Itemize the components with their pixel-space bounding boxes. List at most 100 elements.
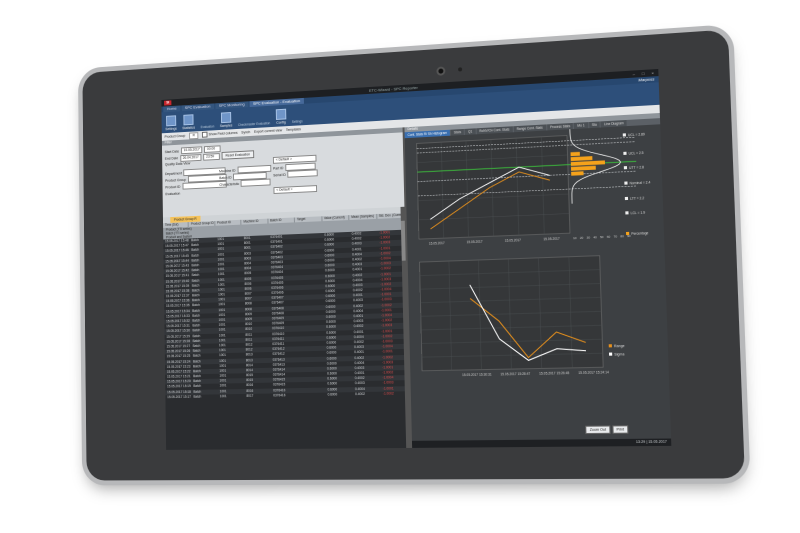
ribbon-button-config[interactable]: Config [275,108,287,125]
x-tick-label: 15.05.2017 [429,241,445,246]
department-label: Department [165,170,182,176]
product-group-filter-label: Product Group [165,177,186,183]
ribbon-group-checkmaster: Checkmaster Evaluation [237,121,271,128]
export-button[interactable]: Export current view [254,128,282,133]
product-group-select[interactable]: R [188,131,199,139]
histogram-bar [570,165,596,171]
legend-label: Range [614,344,625,349]
x-tick-label: 15.05.2017 15:28:47 [500,372,530,377]
batch-id-label: Batch ID [219,175,232,180]
legend-swatch [622,133,626,137]
end-time-input[interactable]: 23:59 [203,152,220,161]
tab-home[interactable]: Home [163,105,181,113]
part-id-label: Part ID [273,165,284,171]
legend-swatch [625,211,629,215]
tablet-device: SI ETC-Wizard - SPC Reporter – □ × Home … [82,29,745,481]
x-tick-label: 15.05.2017 [543,236,560,241]
end-date-label: End Date [164,156,179,161]
legend-swatch [623,166,628,170]
main-area: Filter Start Date 10.05.2017 00:00 End D… [161,112,672,450]
x-tick-label: 15.05.2017 15:24:14 [578,370,609,375]
reset-evaluation-button[interactable]: Reset Evaluation [221,150,254,160]
start-date-label: Start Date [164,149,180,154]
zoom-out-button[interactable]: Zoom Out [585,425,611,435]
table-cell: 15.05.2017 15:17:09 [167,394,192,399]
legend-label: UCL = 2.5 [629,151,644,156]
characteristic-label: Characteristic [219,181,240,187]
table-cell [298,392,325,398]
histogram-tick-label: 50 [600,235,604,239]
x-tick-label: 15.05.2017 [505,238,522,243]
config-icon [275,108,287,120]
table-cell: 8017 [246,393,254,398]
legend-label: LCL = 1.9 [631,210,646,215]
chart-buttons: Zoom Out Print [585,425,629,435]
legend-label: UCL = 2.89 [628,132,645,137]
settings-icon [165,115,177,127]
evaluation-label: Evaluation [165,191,181,197]
histogram-tick-label: 70 [614,234,618,238]
details-charts: 15.05.2017 15.05.2017 15.05.2017 15.05.2017… [405,124,651,377]
grid-rows: 15.05.2017 15:48:08 Batch 1001 8001 0376401 0… [163,229,409,400]
lower-chart-area [420,256,604,371]
minimize-button[interactable]: – [631,71,636,76]
table-cell: 0376416 [273,393,286,398]
legend-swatch [608,352,613,356]
histogram-bar [570,156,593,162]
end-date-input[interactable]: 26.04.2017 [179,153,202,162]
camera-icon [436,66,446,76]
product-group-label: Product Group [164,133,186,139]
synch-button[interactable]: Synch [241,130,250,134]
histogram-bar [571,171,584,176]
app-screen: SI ETC-Wizard - SPC Reporter – □ × Home … [161,68,672,450]
legend-swatch [608,344,612,348]
filter-panel: Filter Start Date 10.05.2017 00:00 End D… [161,127,405,218]
samples-icon [220,112,232,124]
histogram-bar [570,151,580,157]
ribbon-button-settings[interactable]: Settings [165,115,177,131]
table-cell: 0.6000 [327,392,338,397]
legend-label: Sigma [614,352,624,357]
scrollbar-thumb[interactable] [400,220,406,261]
evaluation-select[interactable]: < Default > [273,185,318,194]
ribbon-button-label: Config [276,120,286,125]
details-pane: Details Cont. Stats R/ Sh Histogram Stats… [404,112,672,448]
x-tick-label: 15.05.2017 15:26:45 [539,371,570,376]
ribbon-button-label: Samples [219,123,233,129]
characteristic-input[interactable] [240,178,271,187]
legend-swatch [624,196,629,201]
quality-view-label: Quality Data View [164,161,191,167]
x-tick-label: 15.05.2017 15:30:31 [462,372,492,377]
maximize-button[interactable]: □ [641,70,646,75]
histogram-tick-label: 80 [620,234,624,238]
histogram-tick-label: 30 [587,235,591,239]
histogram-tick-label: 40 [593,235,597,239]
legend-swatch [625,231,630,236]
status-clock: 13:29 | 15.05.2017 [635,439,667,445]
app-logo: SI [164,100,172,106]
product-id-label: Product ID [165,184,181,190]
legend-label: LTT = 2.2 [630,196,645,201]
data-grid: Product Group R Time (Dat) Product Group … [162,206,411,450]
legend-label: UTT = 2.8 [629,165,644,170]
legend-swatch [624,181,628,185]
table-cell: 1001 [219,394,227,399]
ribbon-group-evaluation: Evaluation [200,124,215,130]
ribbon-group-settings: Settings [291,119,303,124]
histogram-bar [570,160,606,166]
show-fields-label: Show Field columns [208,130,238,137]
templates-button[interactable]: Templates [286,127,301,132]
machine-id-label: Machine ID [219,168,236,173]
ribbon-button-samples[interactable]: Samples [219,112,233,129]
serial-id-input[interactable] [287,169,319,178]
legend-label: Percentage [631,231,649,236]
print-button[interactable]: Print [612,425,629,434]
histogram-tick-label: 60 [607,235,611,239]
serial-id-label: Serial ID [273,172,286,177]
ribbon-button-statistics[interactable]: Statistics [182,114,195,130]
table-cell: Batch [193,394,202,399]
histogram-tick-label: 10 [573,236,577,240]
histogram-tick-label: 20 [580,236,584,240]
close-button[interactable]: × [650,70,655,75]
table-cell: 0.4002 [355,391,365,396]
